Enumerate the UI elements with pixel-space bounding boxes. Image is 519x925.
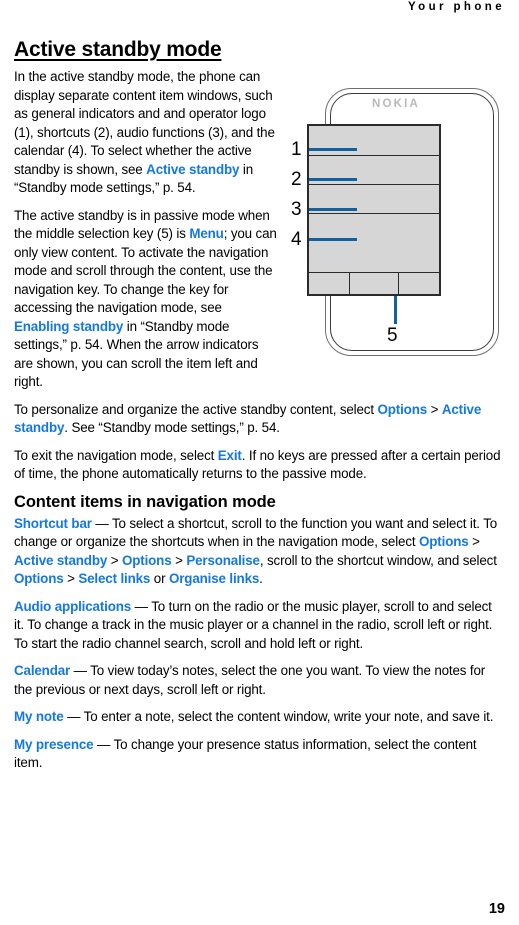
text-run: To exit the navigation mode, select (14, 447, 218, 463)
link-enabling-standby[interactable]: Enabling standby (14, 319, 123, 334)
text-run: In the active standby mode, the phone ca… (14, 69, 275, 177)
paragraph-audio-applications: Audio applications — To turn on the radi… (14, 598, 505, 654)
link-organise-links[interactable]: Organise links (169, 571, 259, 586)
paragraph-my-presence: My presence — To change your presence st… (14, 736, 505, 773)
path-separator: > (468, 534, 480, 549)
link-my-note[interactable]: My note (14, 709, 64, 724)
text-run: . See “Standby mode settings,” p. 54. (64, 420, 280, 435)
paragraph-calendar: Calendar — To view today’s notes, select… (14, 662, 505, 699)
text-run: . (259, 571, 263, 586)
callout-number-2: 2 (291, 169, 302, 190)
section-title-content-items: Content items in navigation mode (14, 492, 276, 511)
screen-softkey-row (309, 273, 440, 294)
softkey-left (309, 273, 350, 294)
path-separator: > (171, 552, 187, 568)
link-calendar[interactable]: Calendar (14, 663, 70, 678)
callout-leader-line-3 (309, 208, 357, 211)
callout-number-1: 1 (291, 139, 302, 160)
manual-page: Your phone Active standby mode NOKIA 1 2… (0, 0, 519, 925)
link-options[interactable]: Options (378, 402, 428, 417)
paragraph-exit-navigation: To exit the navigation mode, select Exit… (14, 447, 505, 484)
link-select-links[interactable]: Select links (78, 571, 150, 586)
link-shortcut-bar[interactable]: Shortcut bar (14, 516, 92, 531)
link-my-presence[interactable]: My presence (14, 737, 94, 752)
link-options[interactable]: Options (14, 571, 64, 586)
page-title: Active standby mode (14, 38, 222, 61)
paragraph-personalize: To personalize and organize the active s… (14, 401, 505, 438)
callout-leader-line-2 (309, 178, 357, 181)
phone-diagram: NOKIA 1 2 3 4 5 (287, 82, 505, 364)
link-options[interactable]: Options (419, 534, 469, 549)
link-exit[interactable]: Exit (218, 448, 242, 463)
softkey-right (398, 273, 440, 294)
path-separator: > (107, 552, 122, 568)
nokia-brand-logo: NOKIA (371, 98, 421, 110)
paragraph-my-note: My note — To enter a note, select the co… (14, 708, 505, 727)
content-flow: NOKIA 1 2 3 4 5 In the active standby mo… (14, 68, 505, 782)
text-run: — To enter a note, select the content wi… (63, 709, 494, 724)
link-menu[interactable]: Menu (189, 226, 224, 241)
callout-leader-line-5 (394, 296, 397, 324)
screen-band-indicators (309, 126, 439, 156)
callout-number-3: 3 (291, 199, 302, 220)
running-header: Your phone (407, 1, 505, 13)
softkey-middle (349, 273, 399, 294)
screen-band-calendar (309, 214, 439, 273)
link-personalise[interactable]: Personalise (186, 553, 260, 568)
text-run: To personalize and organize the active s… (14, 401, 378, 417)
path-separator: > (427, 401, 442, 417)
path-separator: > (63, 571, 79, 586)
text-run: — To view today’s notes, select the one … (14, 663, 486, 697)
link-audio-applications[interactable]: Audio applications (14, 599, 131, 614)
link-active-standby[interactable]: Active standby (14, 553, 107, 568)
page-number: 19 (488, 901, 505, 917)
paragraph-shortcut-bar: Shortcut bar — To select a shortcut, scr… (14, 515, 505, 589)
callout-number-5: 5 (387, 325, 398, 346)
link-active-standby[interactable]: Active standby (146, 162, 239, 177)
callout-leader-line-4 (309, 238, 357, 241)
callout-leader-line-1 (309, 148, 357, 151)
text-run: , scroll to the shortcut window, and sel… (259, 552, 497, 568)
link-options[interactable]: Options (122, 553, 172, 568)
text-run: or (150, 571, 169, 586)
callout-number-4: 4 (291, 229, 302, 250)
